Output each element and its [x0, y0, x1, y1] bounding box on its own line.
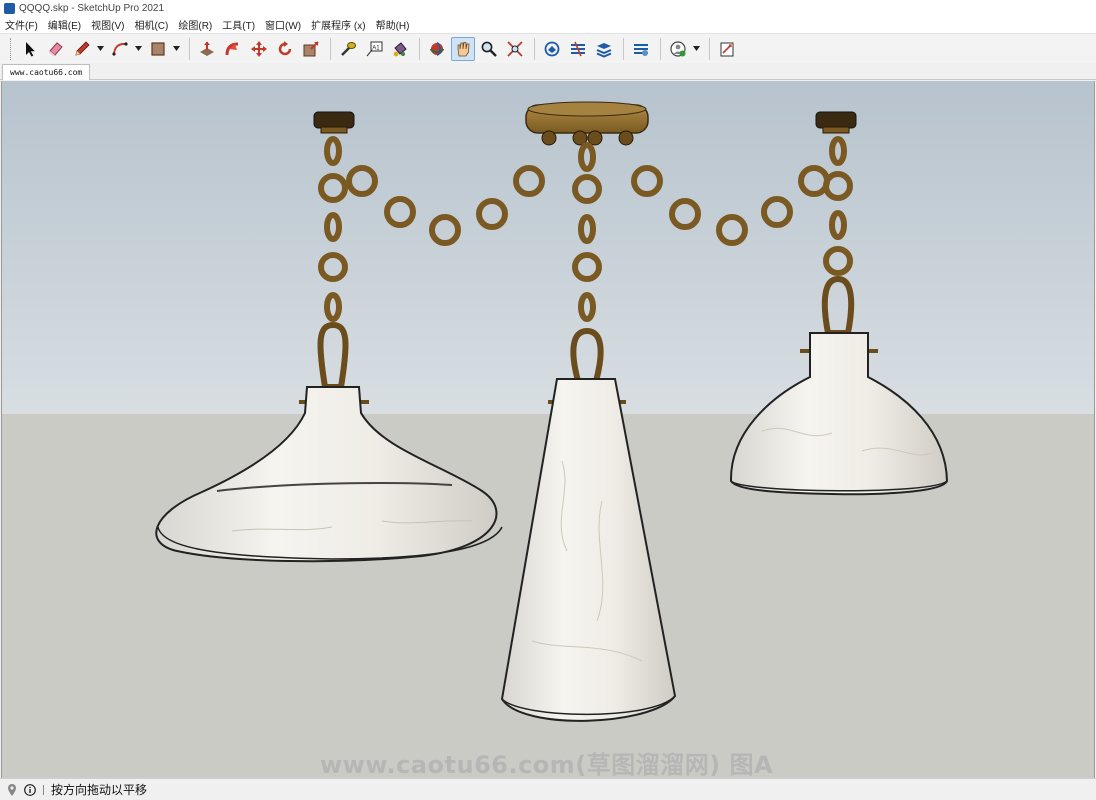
- menu-draw[interactable]: 绘图(R): [173, 17, 217, 32]
- extension-warehouse-icon[interactable]: [566, 37, 590, 61]
- menu-view[interactable]: 视图(V): [86, 17, 129, 32]
- status-message: 按方向拖动以平移: [51, 783, 148, 797]
- menu-window[interactable]: 窗口(W): [260, 17, 306, 32]
- sketchup-window: QQQQ.skp - SketchUp Pro 2021 文件(F) 编辑(E)…: [0, 0, 1096, 800]
- menu-edit[interactable]: 编辑(E): [43, 17, 86, 32]
- arc-icon[interactable]: [108, 37, 132, 61]
- menu-file[interactable]: 文件(F): [0, 17, 43, 32]
- center-ceiling-canopy: [525, 101, 649, 146]
- push-pull-icon[interactable]: [195, 37, 219, 61]
- status-bar: 按方向拖动以平移: [0, 778, 1096, 800]
- rectangle-dropdown-icon[interactable]: [172, 37, 180, 61]
- follow-me-icon[interactable]: [221, 37, 245, 61]
- toolbar-separator: [660, 37, 661, 60]
- profile-icon[interactable]: [666, 37, 690, 61]
- window-title: QQQQ.skp - SketchUp Pro 2021: [19, 2, 165, 14]
- text-icon[interactable]: A1: [362, 37, 386, 61]
- menu-camera[interactable]: 相机(C): [129, 17, 173, 32]
- addlocation-icon[interactable]: [715, 37, 739, 61]
- toolbar-separator: [330, 37, 331, 60]
- layout-icon[interactable]: [592, 37, 616, 61]
- orbit-icon[interactable]: [425, 37, 449, 61]
- title-bar: QQQQ.skp - SketchUp Pro 2021: [0, 0, 1096, 16]
- profile-dropdown-icon[interactable]: [692, 37, 700, 61]
- extension-manager-icon[interactable]: [629, 37, 653, 61]
- move-icon[interactable]: [247, 37, 271, 61]
- main-toolbar: A1: [0, 33, 1096, 63]
- zoom-extents-icon[interactable]: [503, 37, 527, 61]
- scene-tabs-bar: www.caotu66.com: [0, 63, 1096, 80]
- arc-dropdown-icon[interactable]: [134, 37, 142, 61]
- scene-tab[interactable]: www.caotu66.com: [2, 64, 91, 80]
- scale-icon[interactable]: [299, 37, 323, 61]
- rotate-icon[interactable]: [273, 37, 297, 61]
- geolocation-icon[interactable]: [6, 783, 18, 796]
- pencil-dropdown-icon[interactable]: [96, 37, 104, 61]
- tape-measure-icon[interactable]: [336, 37, 360, 61]
- pan-icon[interactable]: [451, 36, 475, 61]
- zoom-icon[interactable]: [477, 37, 501, 61]
- toolbar-separator: [623, 37, 624, 60]
- model-viewport[interactable]: www.caotu66.com(草图溜溜网) 图A: [1, 81, 1095, 778]
- rectangle-icon[interactable]: [146, 37, 170, 61]
- menu-help[interactable]: 帮助(H): [371, 17, 415, 32]
- model-canvas[interactable]: [2, 81, 1095, 778]
- paint-bucket-icon[interactable]: [388, 37, 412, 61]
- menu-bar: 文件(F) 编辑(E) 视图(V) 相机(C) 绘图(R) 工具(T) 窗口(W…: [0, 16, 1096, 33]
- status-divider: [43, 784, 44, 795]
- svg-text:A1: A1: [372, 45, 380, 51]
- toolbar-separator: [534, 37, 535, 60]
- toolbar-separator: [419, 37, 420, 60]
- toolbar-grip[interactable]: [10, 37, 12, 60]
- toolbar-separator: [189, 37, 190, 60]
- watermark-text: www.caotu66.com(草图溜溜网) 图A: [320, 751, 774, 778]
- menu-extensions[interactable]: 扩展程序 (x): [306, 17, 370, 32]
- select-icon[interactable]: [18, 37, 42, 61]
- pencil-icon[interactable]: [70, 37, 94, 61]
- sketchup-app-icon: [4, 2, 15, 14]
- menu-tools[interactable]: 工具(T): [217, 17, 260, 32]
- eraser-icon[interactable]: [44, 37, 68, 61]
- info-icon[interactable]: [24, 783, 36, 796]
- toolbar-separator: [709, 37, 710, 60]
- warehouse-icon[interactable]: [540, 37, 564, 61]
